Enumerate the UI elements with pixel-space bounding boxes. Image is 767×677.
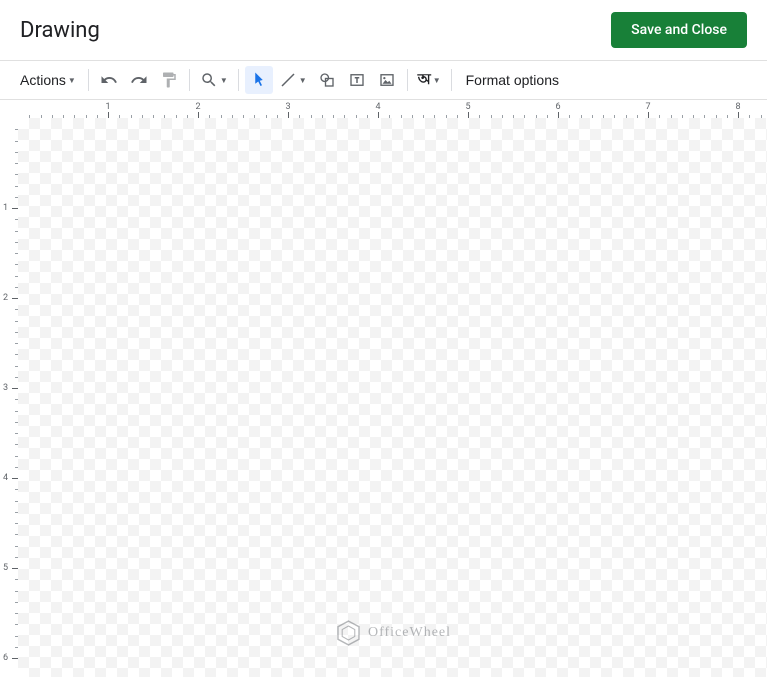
textbox-tool-button[interactable] [343, 66, 371, 94]
format-options-label: Format options [466, 72, 559, 88]
chevron-down-icon: ▼ [299, 76, 307, 85]
watermark: OfficeWheel [334, 619, 451, 647]
watermark-text: OfficeWheel [368, 625, 451, 641]
ruler-tick-label: 2 [195, 102, 200, 112]
undo-icon [100, 71, 118, 89]
image-icon [378, 71, 396, 89]
paint-roller-icon [160, 71, 178, 89]
zoom-button[interactable]: ▼ [196, 66, 232, 94]
textbox-icon [348, 71, 366, 89]
ruler-tick-label: 8 [735, 102, 740, 112]
shape-icon [318, 71, 336, 89]
separator [407, 69, 408, 91]
save-and-close-button[interactable]: Save and Close [611, 12, 747, 48]
format-options-button[interactable]: Format options [458, 66, 567, 94]
ruler-tick-label: 4 [375, 102, 380, 112]
dialog-header: Drawing Save and Close [0, 0, 767, 60]
drawing-canvas[interactable]: OfficeWheel [18, 118, 767, 677]
ruler-corner [0, 100, 18, 118]
chevron-down-icon: ▼ [68, 76, 76, 85]
ruler-tick-label: 7 [645, 102, 650, 112]
actions-menu-button[interactable]: Actions ▼ [14, 66, 82, 94]
separator [238, 69, 239, 91]
paint-format-button[interactable] [155, 66, 183, 94]
ruler-tick-label: 5 [3, 563, 8, 573]
cursor-icon [250, 71, 268, 89]
separator [189, 69, 190, 91]
ruler-tick-label: 5 [465, 102, 470, 112]
select-tool-button[interactable] [245, 66, 273, 94]
redo-button[interactable] [125, 66, 153, 94]
canvas-area: 1 2 3 4 5 6 7 8 1 2 3 4 5 6 OfficeWheel [0, 100, 767, 677]
ruler-tick-label: 6 [3, 653, 8, 663]
horizontal-ruler: 1 2 3 4 5 6 7 8 [18, 100, 767, 118]
wordart-button[interactable]: অ ▼ [414, 66, 445, 94]
ruler-tick-label: 1 [105, 102, 110, 112]
actions-label: Actions [20, 72, 66, 88]
wordart-label: অ [418, 68, 431, 93]
line-icon [279, 71, 297, 89]
redo-icon [130, 71, 148, 89]
image-tool-button[interactable] [373, 66, 401, 94]
ruler-tick-label: 4 [3, 473, 8, 483]
toolbar: Actions ▼ ▼ ▼ অ ▼ Format options [0, 60, 767, 100]
separator [88, 69, 89, 91]
vertical-ruler: 1 2 3 4 5 6 [0, 118, 18, 677]
ruler-tick-label: 6 [555, 102, 560, 112]
chevron-down-icon: ▼ [433, 76, 441, 85]
separator [451, 69, 452, 91]
dialog-title: Drawing [20, 18, 100, 43]
undo-button[interactable] [95, 66, 123, 94]
ruler-tick-label: 3 [3, 383, 8, 393]
officewheel-logo-icon [334, 619, 362, 647]
zoom-icon [200, 71, 218, 89]
ruler-tick-label: 2 [3, 293, 8, 303]
ruler-tick-label: 3 [285, 102, 290, 112]
ruler-tick-label: 1 [3, 203, 8, 213]
chevron-down-icon: ▼ [220, 76, 228, 85]
shape-tool-button[interactable] [313, 66, 341, 94]
line-tool-button[interactable]: ▼ [275, 66, 311, 94]
